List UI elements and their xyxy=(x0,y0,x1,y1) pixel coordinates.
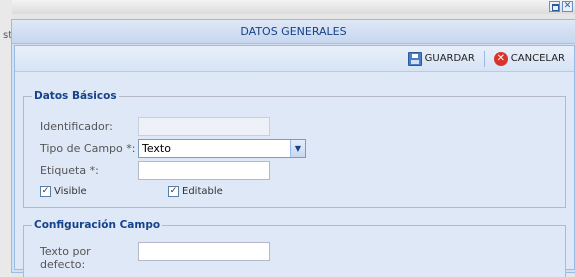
configuracion-campo-legend: Configuración Campo xyxy=(34,219,161,231)
toolbar: GUARDAR ✕ CANCELAR xyxy=(15,46,574,72)
save-label: GUARDAR xyxy=(424,53,475,64)
identificador-label: Identificador: xyxy=(40,120,113,133)
datos-generales-dialog: DATOS GENERALES GUARDAR ✕ CANCELAR Datos… xyxy=(11,19,575,277)
datos-basicos-legend: Datos Básicos xyxy=(34,90,117,102)
etiqueta-field[interactable] xyxy=(138,161,270,180)
tipo-campo-select[interactable]: Texto ▼ xyxy=(138,139,306,158)
visible-checkbox[interactable]: ✓ xyxy=(40,186,51,197)
configuracion-campo-fieldset: Configuración Campo Texto por defecto: xyxy=(23,219,566,277)
etiqueta-label: Etiqueta *: xyxy=(40,164,99,177)
tipo-campo-value: Texto xyxy=(142,142,171,155)
save-button[interactable]: GUARDAR xyxy=(405,50,478,68)
visible-row: ✓ Visible xyxy=(40,186,87,197)
datos-basicos-fieldset: Datos Básicos Identificador: Tipo de Cam… xyxy=(23,90,566,208)
cancel-icon: ✕ xyxy=(493,51,508,66)
editable-row: ✓ Editable xyxy=(168,186,223,197)
texto-defecto-label: Texto por defecto: xyxy=(40,245,138,271)
window-controls: ✕ xyxy=(549,1,573,12)
maximize-icon[interactable] xyxy=(549,1,560,12)
texto-defecto-field[interactable] xyxy=(138,241,270,261)
cancel-button[interactable]: ✕ CANCELAR xyxy=(491,50,568,68)
toolbar-separator xyxy=(483,50,485,67)
texto-defecto-row: Texto por defecto: xyxy=(40,241,270,271)
etiqueta-row: Etiqueta *: xyxy=(40,161,270,180)
editable-label: Editable xyxy=(182,186,223,197)
tipo-campo-label: Tipo de Campo *: xyxy=(40,142,136,155)
identificador-row: Identificador: xyxy=(40,117,270,136)
texto-defecto-label-line1: Texto por xyxy=(40,245,91,258)
tipo-campo-row: Tipo de Campo *: Texto ▼ xyxy=(40,139,306,158)
background-top-bar: ✕ xyxy=(0,0,575,14)
close-icon[interactable]: ✕ xyxy=(562,1,573,12)
chevron-down-icon[interactable]: ▼ xyxy=(290,140,305,157)
texto-defecto-label-line2: defecto: xyxy=(40,258,86,271)
visible-label: Visible xyxy=(54,186,87,197)
dialog-title: DATOS GENERALES xyxy=(12,20,575,44)
dialog-body: GUARDAR ✕ CANCELAR Datos Básicos Identif… xyxy=(14,45,575,277)
editable-checkbox[interactable]: ✓ xyxy=(168,186,179,197)
cancel-label: CANCELAR xyxy=(510,53,565,64)
identificador-field[interactable] xyxy=(138,117,270,136)
save-icon xyxy=(407,51,422,66)
